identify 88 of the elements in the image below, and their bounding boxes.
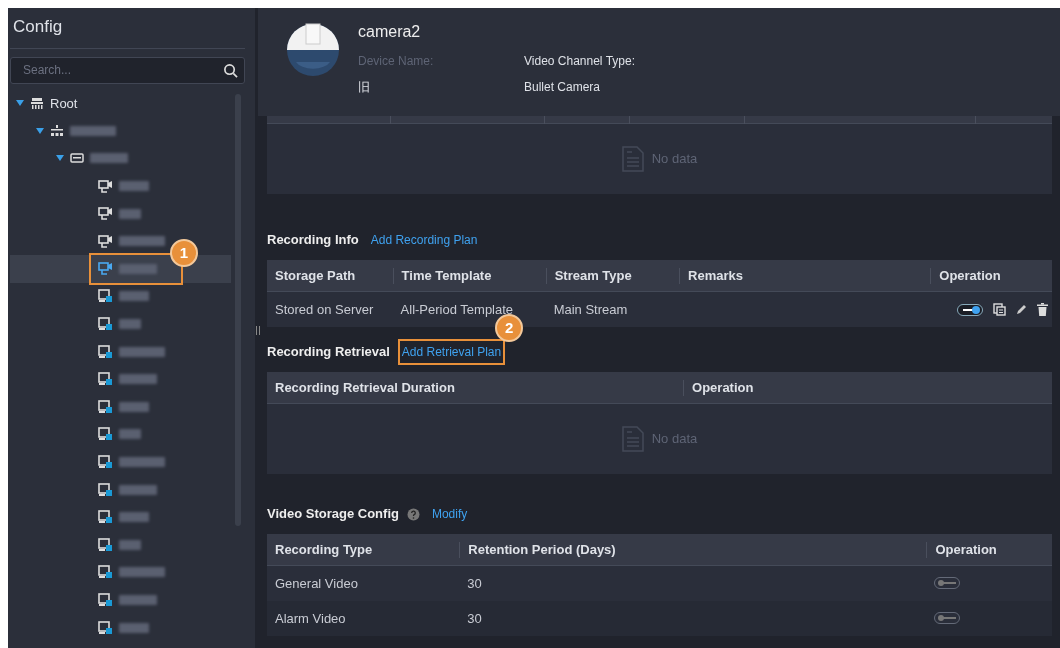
channel-icon bbox=[98, 317, 113, 332]
blurred-label bbox=[119, 208, 141, 219]
column-header: Time Template bbox=[392, 267, 546, 284]
camera-channel-icon bbox=[98, 207, 113, 221]
add-link[interactable]: Add Recording Plan bbox=[370, 231, 478, 249]
column-header: Operation bbox=[930, 267, 1052, 284]
camera-channel-icon bbox=[98, 262, 113, 276]
channel-icon bbox=[98, 593, 113, 607]
device-icon bbox=[70, 153, 84, 164]
section-title: Recording Retrieval bbox=[267, 343, 390, 362]
expand-caret-icon[interactable] bbox=[56, 155, 64, 162]
copy-icon[interactable] bbox=[992, 303, 1006, 316]
table-cell-text: 30 bbox=[466, 574, 483, 593]
column-header: Recording Type bbox=[274, 541, 374, 558]
callout-number: 2 bbox=[495, 314, 524, 342]
channel-icon bbox=[98, 427, 113, 442]
empty-message: No data bbox=[651, 150, 698, 169]
table-cell-text: Main Stream bbox=[552, 300, 629, 319]
camera-channel-icon bbox=[98, 179, 113, 193]
blurred-label bbox=[119, 512, 149, 523]
field-value: 旧 bbox=[358, 79, 371, 96]
search-field[interactable]: Search... bbox=[10, 56, 245, 84]
column-header: Stream Type bbox=[545, 267, 680, 284]
blurred-label bbox=[119, 236, 165, 247]
splitter-handle[interactable] bbox=[256, 326, 260, 335]
toggle-switch[interactable] bbox=[934, 611, 961, 624]
empty-message: No data bbox=[651, 430, 698, 449]
channel-icon bbox=[98, 510, 113, 525]
delete-icon[interactable] bbox=[1036, 303, 1048, 316]
section-title: Video Storage Config bbox=[267, 505, 399, 524]
blurred-label bbox=[119, 319, 141, 330]
search-input[interactable]: Search... bbox=[21, 60, 223, 80]
blurred-label bbox=[119, 457, 165, 467]
blurred-label bbox=[119, 484, 157, 495]
blurred-label bbox=[70, 125, 116, 136]
toggle-switch[interactable] bbox=[956, 303, 983, 316]
column-header: Storage Path bbox=[274, 267, 357, 284]
blurred-label bbox=[119, 346, 165, 357]
field-value: Bullet Camera bbox=[524, 79, 602, 96]
channel-icon bbox=[98, 372, 113, 387]
blurred-label bbox=[119, 291, 149, 302]
blurred-label bbox=[119, 567, 165, 578]
device-title: camera2 bbox=[358, 22, 422, 42]
camera-channel-icon bbox=[98, 234, 113, 248]
modify-link[interactable]: Modify bbox=[431, 505, 468, 523]
organization-icon bbox=[50, 124, 64, 137]
root-icon bbox=[30, 97, 44, 110]
tree-item-label[interactable]: Root bbox=[50, 93, 78, 114]
channel-icon bbox=[98, 399, 113, 414]
channel-icon bbox=[98, 455, 113, 469]
camera-icon bbox=[286, 20, 340, 78]
table-cell-text: Alarm Video bbox=[274, 609, 347, 628]
column-header: Operation bbox=[926, 541, 1052, 558]
help-icon bbox=[406, 507, 420, 521]
channel-icon bbox=[98, 537, 113, 552]
column-header: Remarks bbox=[679, 267, 931, 284]
column-header: Recording Retrieval Duration bbox=[274, 379, 456, 396]
blurred-label bbox=[119, 401, 149, 412]
channel-icon bbox=[98, 620, 113, 635]
column-header: Operation bbox=[683, 379, 1052, 396]
panel-title: Config bbox=[10, 14, 245, 49]
channel-icon bbox=[98, 344, 113, 359]
blurred-label bbox=[90, 153, 128, 164]
edit-icon[interactable] bbox=[1015, 304, 1027, 315]
field-label: Device Name: bbox=[358, 53, 435, 70]
field-label: Video Channel Type: bbox=[524, 53, 636, 70]
table-cell-text: 30 bbox=[466, 609, 483, 628]
channel-icon bbox=[98, 482, 113, 497]
channel-icon bbox=[98, 565, 113, 580]
callout-number: 1 bbox=[170, 239, 198, 268]
blurred-label bbox=[119, 595, 157, 605]
table-cell-text: Stored on Server bbox=[274, 300, 375, 319]
table-cell-text: General Video bbox=[274, 574, 359, 593]
document-icon bbox=[621, 146, 644, 172]
toggle-switch[interactable] bbox=[934, 576, 961, 589]
blurred-label bbox=[119, 539, 141, 550]
column-header: Retention Period (Days) bbox=[459, 541, 927, 558]
channel-icon bbox=[98, 289, 113, 304]
document-icon bbox=[621, 426, 644, 452]
search-icon[interactable] bbox=[223, 62, 238, 78]
blurred-label bbox=[119, 622, 149, 633]
blurred-label bbox=[119, 181, 149, 192]
section-title: Recording Info bbox=[267, 231, 359, 250]
blurred-label bbox=[119, 263, 157, 274]
expand-caret-icon[interactable] bbox=[16, 100, 24, 107]
expand-caret-icon[interactable] bbox=[36, 127, 44, 134]
blurred-label bbox=[119, 429, 141, 440]
blurred-label bbox=[119, 374, 157, 385]
